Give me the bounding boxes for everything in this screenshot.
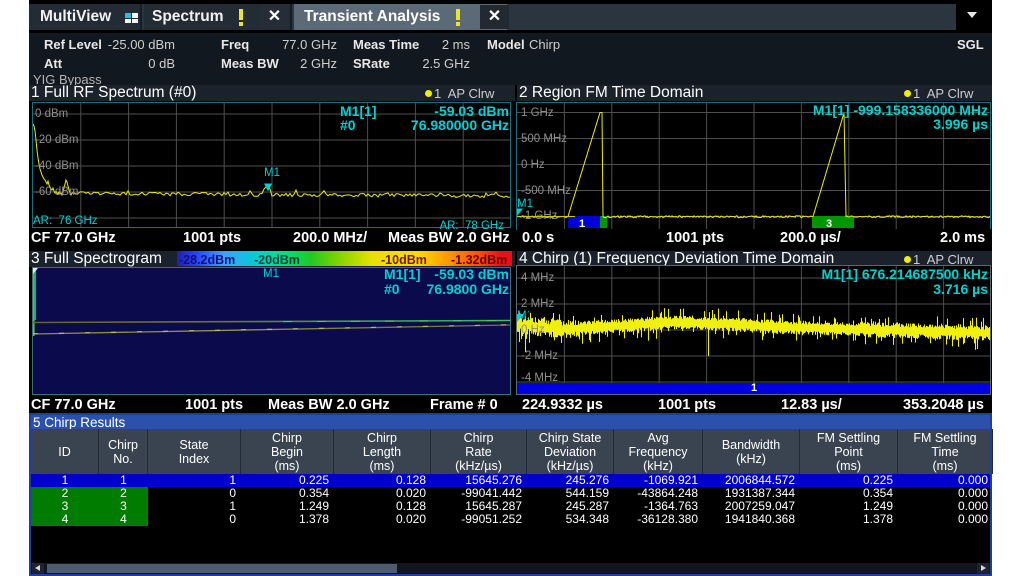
svg-text:3: 3: [826, 218, 832, 229]
svg-text:1: 1: [579, 218, 585, 229]
